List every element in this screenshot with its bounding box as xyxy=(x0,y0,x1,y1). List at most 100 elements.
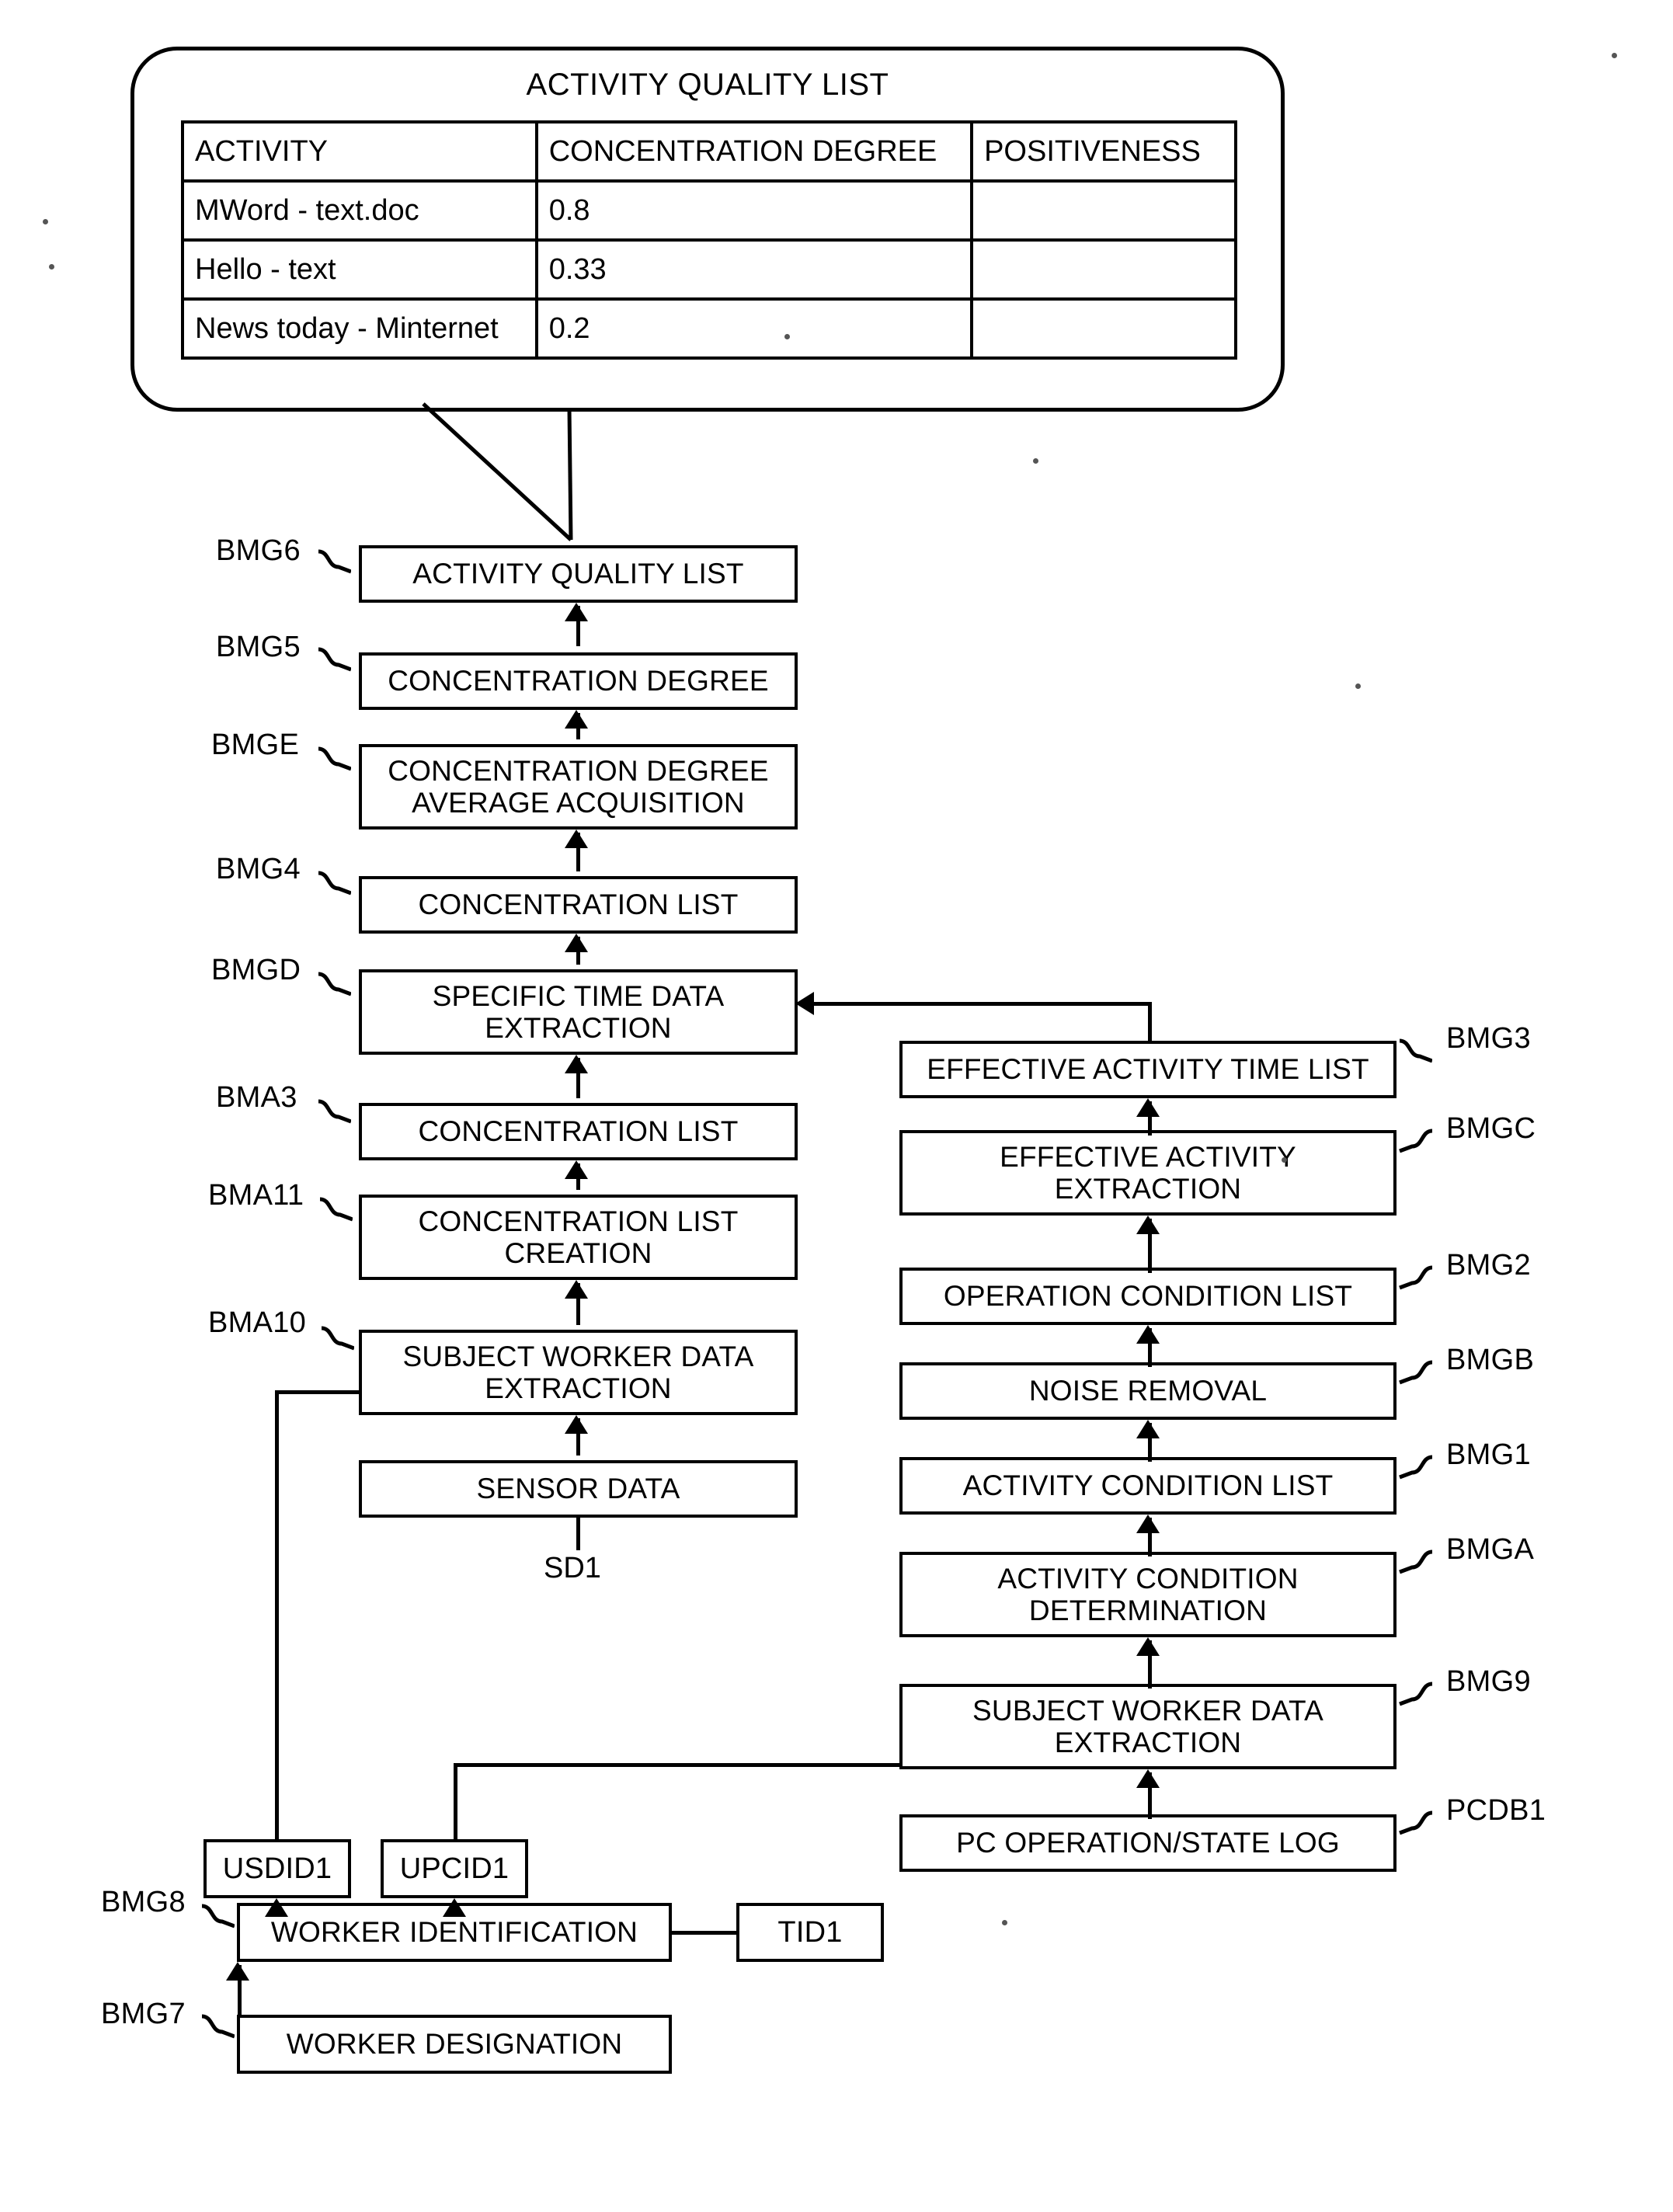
flow-arrow xyxy=(565,934,588,952)
flow-arrow xyxy=(565,1415,588,1434)
leader-bmg8 xyxy=(200,1903,235,1929)
tag-bmga: BMGA xyxy=(1446,1533,1535,1566)
cell-positiveness xyxy=(970,179,1237,242)
tag-bmg2: BMG2 xyxy=(1446,1249,1531,1282)
box-activity-condition-determination: ACTIVITY CONDITION DETERMINATION xyxy=(899,1552,1396,1637)
box-label-line1: SUBJECT WORKER DATA xyxy=(972,1694,1323,1727)
leader-pcdb1 xyxy=(1398,1810,1432,1836)
leader-bmg6 xyxy=(317,548,351,575)
tag-bmgd: BMGD xyxy=(211,954,301,986)
box-label: PC OPERATION/STATE LOG xyxy=(956,1827,1340,1859)
page-artefact-dot xyxy=(49,264,54,270)
flow-arrow xyxy=(1136,1216,1160,1234)
page-artefact-dot xyxy=(1002,1920,1007,1925)
sd1-connector xyxy=(576,1518,580,1550)
tag-bma10: BMA10 xyxy=(208,1306,307,1339)
flow-arrow-upcid xyxy=(443,1898,466,1917)
tag-bmg7: BMG7 xyxy=(101,1998,186,2030)
box-label-line1: EFFECTIVE ACTIVITY xyxy=(1000,1140,1296,1173)
box-label-line1: CONCENTRATION DEGREE xyxy=(388,754,769,787)
tag-bmge: BMGE xyxy=(211,729,300,761)
activity-quality-table: ACTIVITY CONCENTRATION DEGREE POSITIVENE… xyxy=(181,120,1237,360)
flow-arrow xyxy=(1136,1420,1160,1438)
page-artefact-dot xyxy=(1355,683,1361,689)
flow-arrow xyxy=(1136,1637,1160,1656)
column-header-activity: ACTIVITY xyxy=(181,120,538,183)
leader-bmg2 xyxy=(1398,1264,1432,1291)
cell-concentration: 0.8 xyxy=(534,179,974,242)
page-artefact-dot xyxy=(784,334,790,339)
callout-title: ACTIVITY QUALITY LIST xyxy=(526,68,889,102)
flow-arrow xyxy=(565,830,588,848)
link-worker-identification-tid1 xyxy=(671,1931,738,1935)
leader-bmg5 xyxy=(317,646,351,673)
diagram-canvas: ACTIVITY QUALITY LIST ACTIVITY CONCENTRA… xyxy=(0,0,1673,2212)
flow-arrow xyxy=(565,1160,588,1179)
box-label-line2: AVERAGE ACQUISITION xyxy=(412,787,745,819)
tag-bma11: BMA11 xyxy=(208,1179,304,1212)
cross-link-arrow xyxy=(795,992,814,1015)
cell-activity: MWord - text.doc xyxy=(181,179,538,242)
flow-arrow xyxy=(565,603,588,621)
box-label: WORKER DESIGNATION xyxy=(286,2028,623,2061)
box-label: SENSOR DATA xyxy=(476,1473,680,1505)
box-activity-condition-list: ACTIVITY CONDITION LIST xyxy=(899,1457,1396,1515)
box-label: TID1 xyxy=(777,1915,843,1949)
box-specific-time-data-extraction: SPECIFIC TIME DATA EXTRACTION xyxy=(359,969,798,1055)
box-label: CONCENTRATION LIST xyxy=(418,889,739,921)
upcid-link-vertical xyxy=(454,1763,457,1841)
box-sensor-data: SENSOR DATA xyxy=(359,1460,798,1518)
tag-bma3: BMA3 xyxy=(216,1081,297,1114)
flow-arrow xyxy=(1136,1769,1160,1788)
table-row: News today - Minternet 0.2 xyxy=(181,297,1237,360)
flow-arrow-usdid xyxy=(265,1898,288,1917)
cell-concentration: 0.33 xyxy=(534,238,974,301)
box-tid1: TID1 xyxy=(736,1903,884,1962)
callout-leader-lines xyxy=(422,402,573,541)
cell-activity: News today - Minternet xyxy=(181,297,538,360)
leader-bmga xyxy=(1398,1549,1432,1575)
table-row: Hello - text 0.33 xyxy=(181,238,1237,301)
leader-bmgd xyxy=(317,971,351,997)
box-label-line2: EXTRACTION xyxy=(1054,1173,1242,1205)
activity-quality-list-callout: ACTIVITY QUALITY LIST ACTIVITY CONCENTRA… xyxy=(130,47,1285,412)
leader-bmgb xyxy=(1398,1359,1432,1386)
box-pc-operation-state-log: PC OPERATION/STATE LOG xyxy=(899,1814,1396,1872)
box-activity-quality-list: ACTIVITY QUALITY LIST xyxy=(359,545,798,603)
cell-positiveness xyxy=(970,297,1237,360)
box-label-line2: CREATION xyxy=(504,1237,652,1269)
flow-arrow xyxy=(1136,1515,1160,1533)
leader-bmg3 xyxy=(1398,1038,1432,1064)
leader-bmgc xyxy=(1398,1128,1432,1154)
box-label: CONCENTRATION DEGREE xyxy=(388,665,769,697)
box-label-line1: ACTIVITY CONDITION xyxy=(997,1562,1299,1595)
box-usdid1: USDID1 xyxy=(203,1839,351,1898)
tag-bmg6: BMG6 xyxy=(216,534,301,567)
cell-activity: Hello - text xyxy=(181,238,538,301)
box-label: EFFECTIVE ACTIVITY TIME LIST xyxy=(927,1053,1369,1086)
box-effective-activity-time-list: EFFECTIVE ACTIVITY TIME LIST xyxy=(899,1041,1396,1098)
box-concentration-list-bmg4: CONCENTRATION LIST xyxy=(359,876,798,934)
leader-bmg7 xyxy=(200,2013,235,2040)
tag-bmg4: BMG4 xyxy=(216,853,301,885)
tag-bmg9: BMG9 xyxy=(1446,1665,1531,1698)
tag-pcdb1: PCDB1 xyxy=(1446,1794,1546,1827)
box-upcid1: UPCID1 xyxy=(381,1839,528,1898)
box-label-line2: EXTRACTION xyxy=(485,1012,672,1044)
leader-bmg4 xyxy=(317,870,351,896)
leader-bmge xyxy=(317,746,351,772)
box-concentration-list-creation: CONCENTRATION LIST CREATION xyxy=(359,1195,798,1280)
page-artefact-dot xyxy=(1612,53,1617,58)
tag-bmg5: BMG5 xyxy=(216,631,301,663)
box-concentration-degree-average-acquisition: CONCENTRATION DEGREE AVERAGE ACQUISITION xyxy=(359,744,798,830)
tag-bmgc: BMGC xyxy=(1446,1112,1536,1145)
box-label: ACTIVITY CONDITION LIST xyxy=(962,1469,1334,1502)
table-row: MWord - text.doc 0.8 xyxy=(181,179,1237,242)
box-subject-worker-data-extraction-left: SUBJECT WORKER DATA EXTRACTION xyxy=(359,1330,798,1415)
box-label-line2: EXTRACTION xyxy=(485,1372,672,1404)
box-label-line1: SPECIFIC TIME DATA xyxy=(432,979,725,1012)
flow-arrow xyxy=(1136,1098,1160,1117)
page-artefact-dot xyxy=(43,219,48,224)
box-label-line2: DETERMINATION xyxy=(1028,1595,1268,1626)
leader-bma3 xyxy=(317,1098,351,1125)
